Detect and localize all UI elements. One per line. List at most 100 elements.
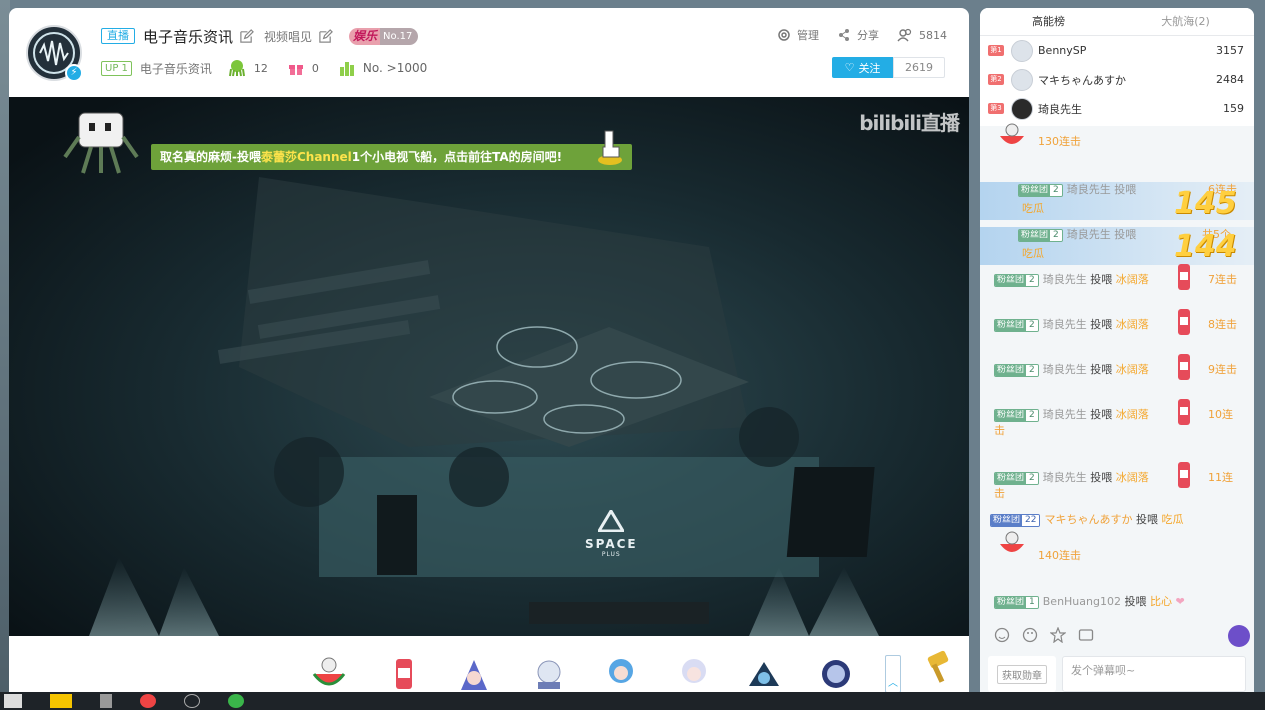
watermelon-gift-icon	[1000, 123, 1024, 144]
chat-message[interactable]: 粉丝团 2 琦良先生 投喂 冰阔落	[994, 470, 1149, 486]
bar-chart-icon	[339, 62, 354, 76]
side-panel: 高能榜 大航海(2) 第1 BennySP 3157 第2 マキちゃんあすか 2484 …	[980, 8, 1254, 692]
live-tag: 直播	[101, 28, 135, 44]
rank-row[interactable]: 第2 マキちゃんあすか 2484	[980, 65, 1254, 94]
big-combo-number: 144	[1174, 229, 1237, 264]
share-icon	[839, 29, 849, 41]
people-icon	[897, 28, 912, 42]
card-icon[interactable]	[1078, 627, 1094, 643]
chat-toolbar	[980, 622, 1254, 648]
app-icon[interactable]	[4, 694, 22, 708]
combo-text: 8连击	[1208, 318, 1237, 331]
robot-mascot-icon	[63, 112, 139, 174]
cola-gift-icon	[1178, 462, 1190, 488]
room-title: 电子音乐资讯	[143, 27, 234, 46]
rank-score: 159	[1223, 102, 1244, 115]
chat-message[interactable]: 粉丝团 2 琦良先生 投喂	[1018, 227, 1136, 243]
danmaku-input[interactable]: 发个弹幕呗~	[1062, 656, 1246, 692]
rank-badge: 第3	[988, 103, 1004, 114]
rank-name: マキちゃんあすか	[1038, 73, 1126, 87]
space-plus-logo: SPACE PLUS	[585, 508, 638, 558]
edit-icon[interactable]	[318, 28, 333, 44]
rank-name: BennySP	[1038, 44, 1087, 57]
character-gift-icon[interactable]	[530, 656, 568, 692]
combo-text: 10连	[1208, 408, 1233, 421]
rank-row[interactable]: 第3 琦良先生 159	[980, 94, 1254, 123]
avatar	[1011, 39, 1033, 62]
fan-medal: 粉丝团 1	[994, 595, 1039, 609]
fans-stat: 12	[228, 59, 268, 77]
rank-badge: 第1	[988, 45, 1004, 56]
rank-row[interactable]: 第1 BennySP 3157	[980, 36, 1254, 65]
up-name[interactable]: 电子音乐资讯	[140, 60, 212, 77]
browser-icon[interactable]	[140, 694, 156, 708]
chat-message[interactable]: 粉丝团 2 琦良先生 投喂 冰阔落	[994, 317, 1149, 333]
cola-gift-icon	[1178, 264, 1190, 290]
gift-icon	[288, 65, 303, 75]
cola-gift-icon[interactable]	[385, 656, 423, 692]
star-icon[interactable]	[1050, 627, 1066, 643]
rank-score: 2484	[1216, 73, 1244, 86]
fan-medal: 粉丝团 2	[994, 363, 1039, 377]
viewer-count: 5814	[897, 27, 947, 43]
combo-text: 11连	[1208, 471, 1233, 484]
octopus-icon	[228, 60, 245, 77]
tab-guard[interactable]: 大航海(2)	[1117, 8, 1254, 35]
gift-name: 吃瓜	[1022, 202, 1044, 215]
combo-text: 击	[994, 424, 1005, 437]
badge-gift-icon[interactable]	[817, 656, 855, 692]
share-button[interactable]: 分享	[837, 27, 879, 43]
chat-message[interactable]: 粉丝团 2 琦良先生 投喂 冰阔落	[994, 407, 1149, 423]
emoji-icon[interactable]	[994, 627, 1010, 643]
rank-list: 第1 BennySP 3157 第2 マキちゃんあすか 2484 第3 琦良先生 159	[980, 36, 1254, 126]
area-rank-badge[interactable]: 娱乐 No.17	[349, 27, 419, 45]
chat-message[interactable]: 粉丝团 2 琦良先生 投喂	[1018, 182, 1136, 198]
live-room-main: ⚡ 直播 电子音乐资讯 视频唱见 娱乐 No.17 UP 1 电子音乐资讯 12…	[9, 8, 969, 692]
follow-widget: ♡ 关注 2619	[832, 57, 945, 78]
bilibili-watermark: bilibili直播	[859, 111, 960, 135]
wechat-icon[interactable]	[228, 694, 244, 708]
avatar	[1011, 68, 1033, 91]
fan-medal: 粉丝团 2	[994, 408, 1039, 422]
get-medal-button[interactable]: 获取勋章	[988, 656, 1056, 692]
character-gift-icon[interactable]	[675, 656, 713, 692]
app-icon[interactable]	[184, 694, 200, 708]
character-gift-icon[interactable]	[455, 656, 493, 692]
chat-list[interactable]: 130连击 粉丝团 2 琦良先生 投喂 吃瓜 6连击 145 粉丝团 2 琦良先生 投喂…	[980, 123, 1254, 622]
expand-gifts-button[interactable]: ︿	[885, 655, 901, 692]
palette-icon[interactable]	[1022, 627, 1038, 643]
info-row: UP 1 电子音乐资讯 12 0 No. >1000	[101, 58, 447, 78]
triangle-logo-icon	[596, 508, 626, 533]
gift-name: 吃瓜	[1022, 247, 1044, 260]
combo-text: 7连击	[1208, 273, 1237, 286]
character-gift-icon[interactable]	[602, 656, 640, 692]
rank-tabs: 高能榜 大航海(2)	[980, 8, 1254, 36]
broadcast-notice[interactable]: 取名真的麻烦-投喂泰蕾莎Channel1个小电视飞船，点击前往TA的房间吧!	[151, 144, 632, 170]
follow-button[interactable]: ♡ 关注	[832, 57, 893, 78]
lightning-icon: ⚡	[65, 64, 83, 82]
sub-area-link[interactable]: 视频唱见	[264, 28, 312, 45]
chat-message[interactable]: 粉丝团 2 琦良先生 投喂 冰阔落	[994, 272, 1149, 288]
tab-high-energy[interactable]: 高能榜	[980, 8, 1117, 35]
os-taskbar	[0, 692, 1265, 710]
chat-message[interactable]: 粉丝团 22 マキちゃんあすか 投喂 吃瓜	[990, 512, 1183, 528]
app-icon[interactable]	[100, 694, 112, 708]
chat-message[interactable]: 粉丝团 1 BenHuang102 投喂 比心 ❤	[994, 594, 1185, 610]
app-icon[interactable]	[50, 694, 72, 708]
fan-medal: 粉丝团 2	[994, 318, 1039, 332]
watermelon-gift-icon[interactable]	[310, 656, 348, 692]
big-combo-number: 145	[1174, 186, 1237, 221]
fan-medal: 粉丝团 2	[994, 273, 1039, 287]
rank-badge: 第2	[988, 74, 1004, 85]
chat-bubble-button[interactable]	[1228, 625, 1250, 647]
gift-stat: 0	[288, 60, 319, 76]
video-player[interactable]: bilibili直播 取名真的麻烦-投喂泰蕾莎Channel1个小电视飞船，点击…	[9, 97, 969, 636]
combo-text: 击	[994, 487, 1005, 500]
edit-icon[interactable]	[239, 28, 254, 44]
heart-icon: ❤	[1175, 595, 1185, 608]
hammer-gift-icon[interactable]	[919, 650, 957, 686]
character-gift-icon[interactable]	[745, 656, 783, 692]
chat-message[interactable]: 粉丝团 2 琦良先生 投喂 冰阔落	[994, 362, 1149, 378]
cola-gift-icon	[1178, 309, 1190, 335]
manage-button[interactable]: 管理	[777, 27, 819, 43]
